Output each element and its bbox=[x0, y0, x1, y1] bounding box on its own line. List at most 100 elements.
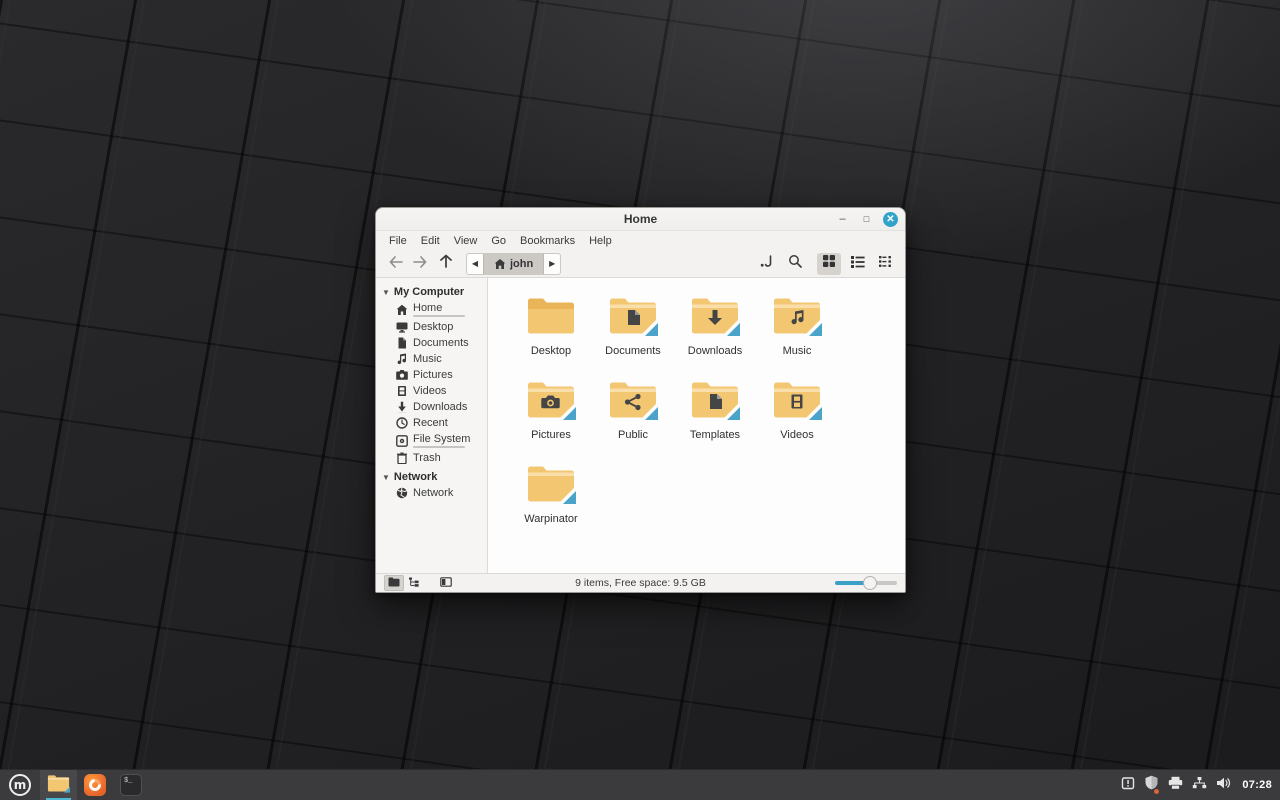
taskbar-files-button[interactable] bbox=[40, 770, 77, 800]
breadcrumb: ◀ john ▶ bbox=[466, 252, 562, 275]
trash-icon bbox=[396, 452, 408, 464]
folder-templates-icon bbox=[690, 378, 740, 425]
mint-menu-button[interactable]: m bbox=[0, 770, 40, 800]
maximize-button[interactable]: □ bbox=[859, 212, 874, 227]
breadcrumb-label: john bbox=[510, 257, 534, 270]
status-text: 9 items, Free space: 9.5 GB bbox=[575, 577, 706, 589]
sidebar-item-recent[interactable]: Recent bbox=[376, 415, 487, 431]
mint-menu-icon: m bbox=[9, 774, 31, 796]
expander-icon[interactable]: ▼ bbox=[382, 288, 390, 297]
folder-documents-icon bbox=[608, 294, 658, 341]
videos-icon bbox=[396, 385, 408, 397]
shield-icon[interactable] bbox=[1144, 775, 1161, 795]
grid-view-icon bbox=[822, 254, 836, 273]
file-item-templates[interactable]: Templates bbox=[674, 372, 756, 456]
folder-music-icon bbox=[772, 294, 822, 341]
grid-view-button[interactable] bbox=[817, 252, 841, 275]
sidebar: ▼ My Computer Home Desktop Documents Mus… bbox=[376, 278, 488, 573]
filesystem-icon bbox=[396, 434, 408, 447]
firefox-icon bbox=[84, 774, 106, 796]
folder-pictures-icon bbox=[526, 378, 576, 425]
update-badge bbox=[1153, 788, 1161, 795]
sidebar-item-home[interactable]: Home bbox=[376, 300, 487, 319]
taskbar-firefox-button[interactable] bbox=[77, 770, 113, 800]
printer-icon[interactable] bbox=[1168, 776, 1183, 795]
path-scroll-right[interactable]: ▶ bbox=[544, 254, 560, 274]
zoom-slider-handle[interactable] bbox=[863, 576, 877, 590]
sidebar-item-filesystem[interactable]: File System bbox=[376, 431, 487, 450]
file-manager-window: Home – □ ✕ File Edit View Go Bookmarks H… bbox=[375, 207, 906, 593]
search-icon bbox=[788, 254, 802, 273]
expander-icon[interactable]: ▼ bbox=[382, 473, 390, 482]
compact-view-button[interactable] bbox=[873, 253, 897, 275]
folder-desktop-icon bbox=[526, 294, 576, 341]
menu-bookmarks[interactable]: Bookmarks bbox=[514, 233, 581, 249]
sidebar-section-my-computer[interactable]: ▼ My Computer bbox=[376, 284, 487, 300]
update-manager-icon[interactable] bbox=[1121, 776, 1135, 795]
home-icon bbox=[494, 258, 506, 270]
menu-file[interactable]: File bbox=[383, 233, 413, 249]
downloads-icon bbox=[396, 401, 408, 413]
documents-icon bbox=[396, 337, 408, 349]
file-item-downloads[interactable]: Downloads bbox=[674, 288, 756, 372]
network-tray-icon[interactable] bbox=[1192, 776, 1207, 795]
network-icon bbox=[396, 487, 408, 499]
sidebar-item-documents[interactable]: Documents bbox=[376, 335, 487, 351]
forward-icon bbox=[413, 255, 427, 273]
music-icon bbox=[396, 353, 408, 365]
breadcrumb-john-button[interactable]: john bbox=[483, 253, 545, 274]
menu-edit[interactable]: Edit bbox=[415, 233, 446, 249]
taskbar-terminal-button[interactable]: $_ bbox=[113, 770, 149, 800]
location-entry-button[interactable] bbox=[755, 253, 779, 275]
files-icon bbox=[47, 773, 70, 798]
sidebar-section-network[interactable]: ▼ Network bbox=[376, 469, 487, 485]
folder-public-icon bbox=[608, 378, 658, 425]
file-item-music[interactable]: Music bbox=[756, 288, 838, 372]
sidebar-item-pictures[interactable]: Pictures bbox=[376, 367, 487, 383]
menu-go[interactable]: Go bbox=[485, 233, 512, 249]
menu-view[interactable]: View bbox=[448, 233, 484, 249]
zoom-slider[interactable] bbox=[835, 576, 897, 590]
minimize-button[interactable]: – bbox=[835, 212, 850, 227]
file-item-public[interactable]: Public bbox=[592, 372, 674, 456]
volume-icon[interactable] bbox=[1216, 776, 1231, 795]
path-scroll-left[interactable]: ◀ bbox=[467, 254, 483, 274]
list-view-button[interactable] bbox=[845, 253, 869, 275]
disk-usage-bar bbox=[413, 446, 465, 448]
file-item-videos[interactable]: Videos bbox=[756, 372, 838, 456]
list-view-icon bbox=[850, 255, 865, 273]
sidebar-item-network[interactable]: Network bbox=[376, 485, 487, 501]
menu-help[interactable]: Help bbox=[583, 233, 618, 249]
close-button[interactable]: ✕ bbox=[883, 211, 898, 227]
pictures-icon bbox=[396, 369, 408, 381]
forward-button[interactable] bbox=[408, 253, 432, 275]
system-tray: 07:28 bbox=[1121, 770, 1280, 800]
folder-warpinator-icon bbox=[526, 462, 576, 509]
folder-downloads-icon bbox=[690, 294, 740, 341]
search-button[interactable] bbox=[783, 253, 807, 275]
recent-icon bbox=[396, 417, 408, 429]
folder-videos-icon bbox=[772, 378, 822, 425]
desktop-icon bbox=[396, 321, 408, 333]
file-item-pictures[interactable]: Pictures bbox=[510, 372, 592, 456]
file-item-desktop[interactable]: Desktop bbox=[510, 288, 592, 372]
sidebar-item-downloads[interactable]: Downloads bbox=[376, 399, 487, 415]
up-button[interactable] bbox=[434, 253, 458, 275]
file-item-documents[interactable]: Documents bbox=[592, 288, 674, 372]
sidebar-item-desktop[interactable]: Desktop bbox=[376, 319, 487, 335]
sidebar-item-trash[interactable]: Trash bbox=[376, 450, 487, 466]
file-grid[interactable]: Desktop Documents Downloads Music Pictur… bbox=[488, 278, 905, 573]
compact-view-icon bbox=[878, 255, 892, 273]
toolbar: ◀ john ▶ bbox=[376, 250, 905, 278]
titlebar[interactable]: Home – □ ✕ bbox=[376, 208, 905, 231]
file-item-warpinator[interactable]: Warpinator bbox=[510, 456, 592, 540]
taskbar: m $_ 07:28 bbox=[0, 769, 1280, 800]
sidebar-item-videos[interactable]: Videos bbox=[376, 383, 487, 399]
disk-usage-bar bbox=[413, 315, 465, 317]
clock[interactable]: 07:28 bbox=[1240, 779, 1272, 791]
home-icon bbox=[396, 304, 408, 316]
location-entry-icon bbox=[760, 254, 774, 273]
back-icon bbox=[389, 255, 403, 273]
back-button[interactable] bbox=[384, 253, 408, 275]
sidebar-item-music[interactable]: Music bbox=[376, 351, 487, 367]
